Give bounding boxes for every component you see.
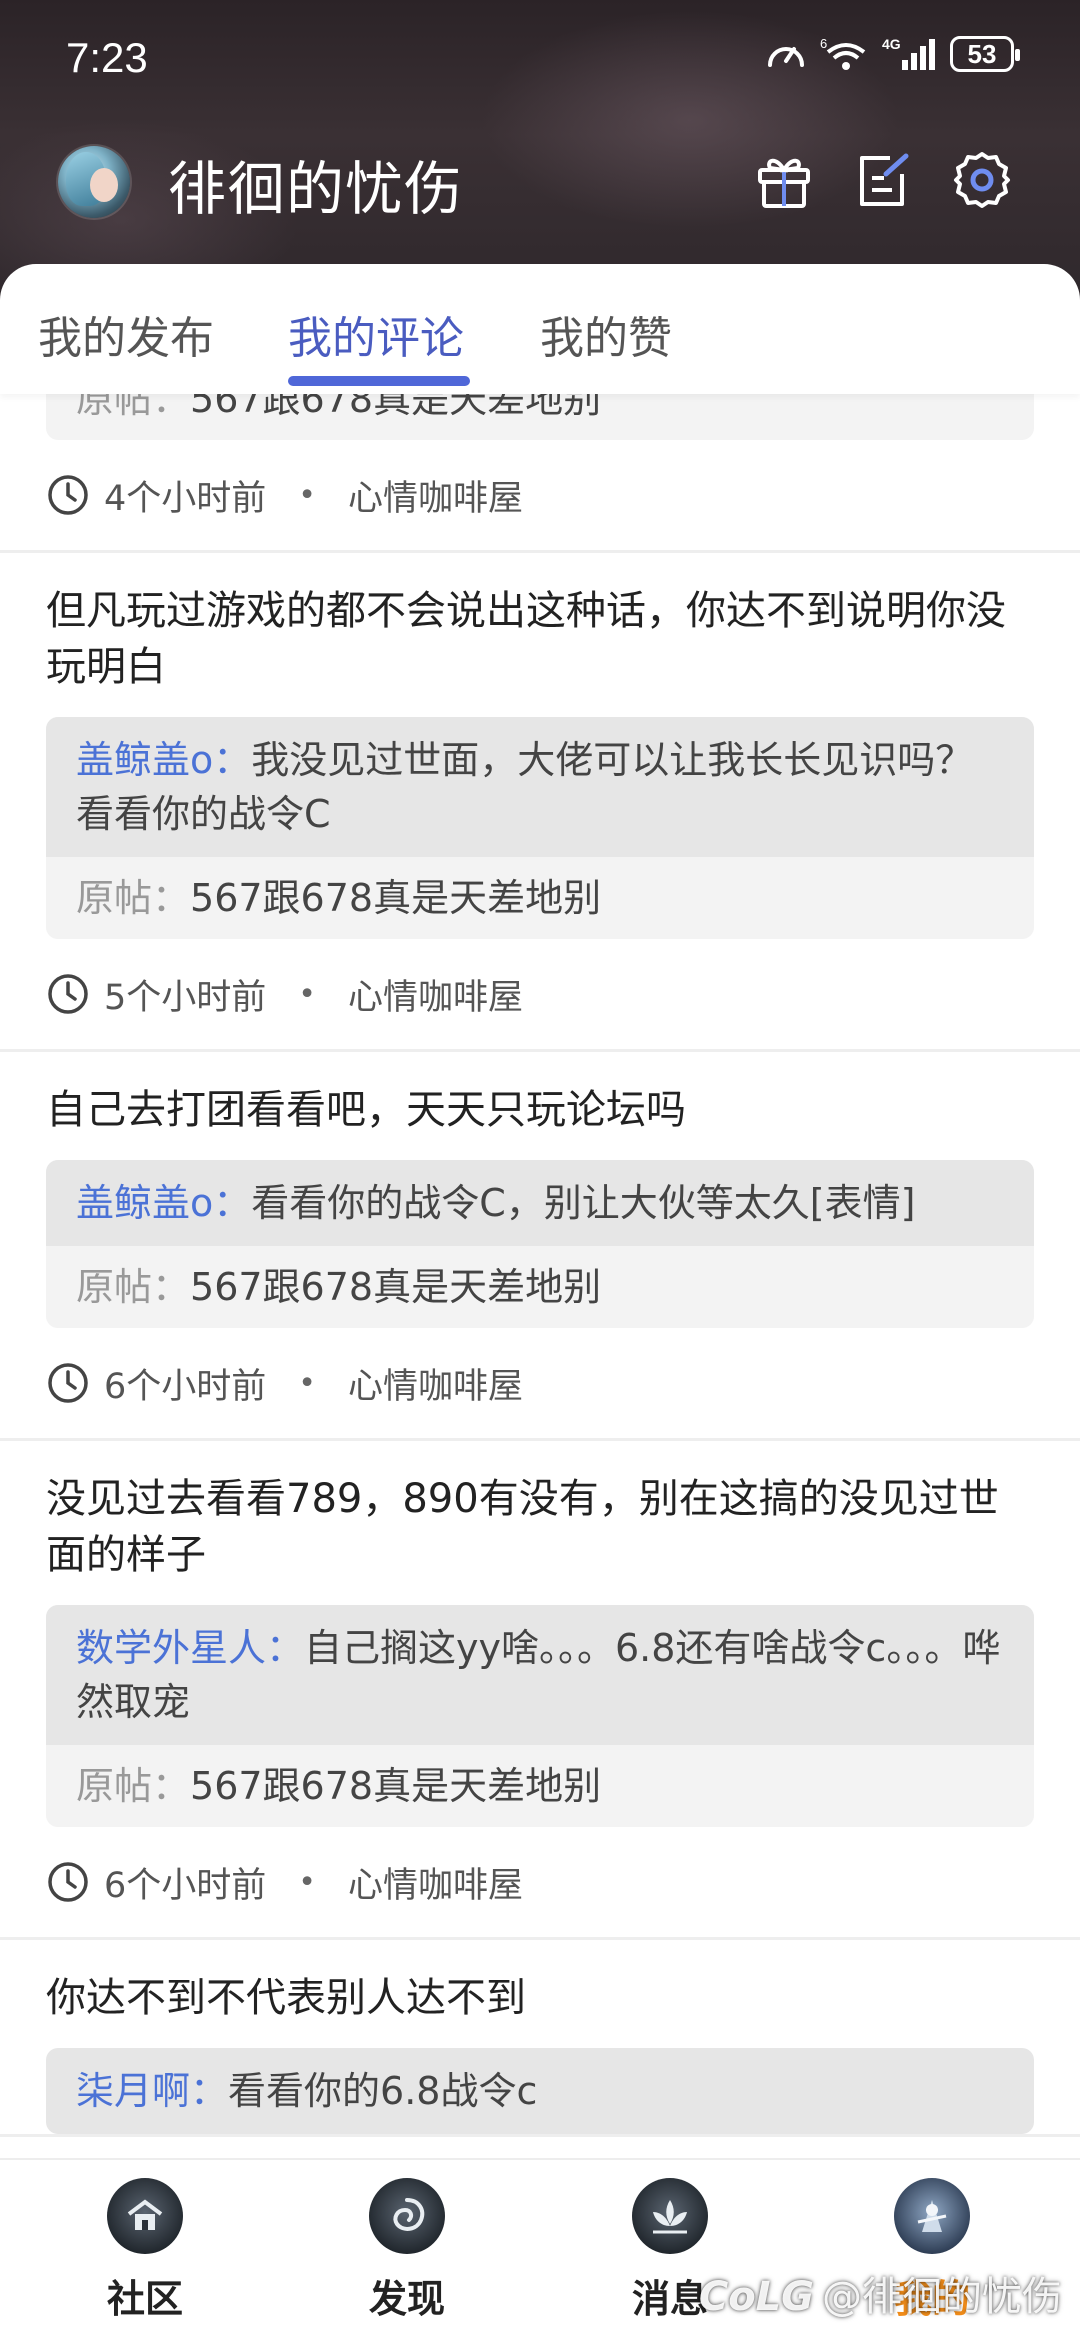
nav-community[interactable]: 社区 [45,2178,245,2323]
clock-icon [48,974,88,1014]
nav-label: 发现 [368,2277,445,2321]
tab-bar: 我的发布 我的评论 我的赞 [0,264,1080,394]
signal-icon: 4G [882,36,936,72]
replied-comment[interactable]: 数学外星人：自己搁这yy啥。。。6.8还有啥战令c。。。哗然取宠 [46,1605,1034,1745]
item-forum[interactable]: 心情咖啡屋 [348,1857,523,1908]
original-post-title: 567跟678真是天差地别 [190,876,602,920]
list-item[interactable]: 原帖：567跟678真是天差地别 4个小时前 • 心情咖啡屋 [0,394,1080,553]
active-tab-indicator [288,376,470,386]
item-time: 4个小时前 [104,478,267,519]
discover-icon [369,2178,445,2254]
original-post[interactable]: 原帖：567跟678真是天差地别 [46,1745,1034,1827]
watermark-logo: CoLG [698,2274,814,2320]
nav-discover[interactable]: 发现 [307,2178,507,2323]
list-item[interactable]: 没见过去看看789，890有没有，别在这搞的没见过世面的样子 数学外星人：自己搁… [0,1441,1080,1940]
comment-text: 但凡玩过游戏的都不会说出这种话，你达不到说明你没玩明白 [46,588,1006,690]
quote-box[interactable]: 盖鲸盖o：我没见过世面，大佬可以让我长长见识吗？看看你的战令C 原帖：567跟6… [46,717,1034,939]
item-forum[interactable]: 心情咖啡屋 [348,1358,523,1409]
quote-box[interactable]: 数学外星人：自己搁这yy啥。。。6.8还有啥战令c。。。哗然取宠 原帖：567跟… [46,1605,1034,1827]
item-time: 6个小时前 [104,1366,267,1407]
original-post[interactable]: 原帖：567跟678真是天差地别 [46,857,1034,939]
settings-icon[interactable] [946,144,1018,216]
reply-author[interactable]: 数学外星人： [76,1626,304,1670]
original-post-label: 原帖： [76,1764,191,1808]
nav-label: 社区 [106,2277,183,2321]
svg-text:6: 6 [820,36,827,51]
tab-my-comments[interactable]: 我的评论 [288,302,464,366]
meta-separator: • [298,477,316,513]
profile-icon [894,2178,970,2254]
replied-comment[interactable]: 盖鲸盖o：看看你的战令C，别让大伙等太久[表情] [46,1160,1034,1246]
original-post-label: 原帖： [76,876,191,920]
clock-icon [48,1363,88,1403]
quote-box[interactable]: 盖鲸盖o：看看你的战令C，别让大伙等太久[表情] 原帖：567跟678真是天差地… [46,1160,1034,1328]
reply-author[interactable]: 盖鲸盖o： [76,1181,251,1225]
reply-author[interactable]: 柒月啊： [76,2069,228,2113]
item-meta: 6个小时前 • 心情咖啡屋 [46,1827,1034,1937]
gift-icon[interactable] [748,144,820,216]
list-item[interactable]: 但凡玩过游戏的都不会说出这种话，你达不到说明你没玩明白 盖鲸盖o：我没见过世面，… [0,553,1080,1052]
status-bar: 7:23 6 4G 53 [0,0,1080,120]
replied-comment[interactable]: 盖鲸盖o：我没见过世面，大佬可以让我长长见识吗？看看你的战令C [46,717,1034,857]
reply-text: 看看你的战令C，别让大伙等太久[表情] [251,1181,916,1225]
messages-icon [632,2178,708,2254]
status-time: 7:23 [66,34,148,81]
tab-my-likes[interactable]: 我的赞 [540,302,672,366]
comment-text: 自己去打团看看吧，天天只玩论坛吗 [46,1087,686,1133]
original-post[interactable]: 原帖：567跟678真是天差地别 [46,394,1034,440]
watermark: CoLG @徘徊的忧伤 [699,2264,1062,2322]
item-time: 6个小时前 [104,1865,267,1906]
item-meta: 4个小时前 • 心情咖啡屋 [46,440,1034,550]
clock-icon [48,475,88,515]
speed-icon [766,37,806,71]
clock-icon [48,1862,88,1902]
original-post-box[interactable]: 原帖：567跟678真是天差地别 [46,394,1034,440]
item-forum[interactable]: 心情咖啡屋 [348,470,523,521]
list-item[interactable]: 你达不到不代表别人达不到 柒月啊：看看你的6.8战令c [0,1940,1080,2137]
profile-row: 徘徊的忧伤 [0,140,1080,223]
battery-indicator: 53 [950,36,1020,72]
profile-header: 7:23 6 4G 53 徘徊的忧伤 [0,0,1080,300]
original-post-label: 原帖： [76,1265,191,1309]
item-meta: 5个小时前 • 心情咖啡屋 [46,939,1034,1049]
reply-text: 看看你的6.8战令c [228,2069,538,2113]
edit-icon[interactable] [846,144,918,216]
community-icon [107,2178,183,2254]
status-icons: 6 4G 53 [766,36,1020,72]
original-post-label: 原帖： [76,394,191,421]
username: 徘徊的忧伤 [168,155,464,223]
item-meta: 6个小时前 • 心情咖啡屋 [46,1328,1034,1438]
avatar[interactable] [58,146,130,218]
replied-comment[interactable]: 柒月啊：看看你的6.8战令c [46,2048,1034,2134]
watermark-text: @徘徊的忧伤 [822,2274,1062,2320]
quote-box[interactable]: 柒月啊：看看你的6.8战令c [46,2048,1034,2134]
tab-my-posts[interactable]: 我的发布 [38,302,214,366]
item-time: 5个小时前 [104,977,267,1018]
wifi-icon: 6 [820,36,868,72]
reply-author[interactable]: 盖鲸盖o： [76,738,251,782]
comment-text: 你达不到不代表别人达不到 [46,1975,526,2021]
original-post-title: 567跟678真是天差地别 [190,394,602,421]
meta-separator: • [298,1365,316,1401]
comment-list[interactable]: 原帖：567跟678真是天差地别 4个小时前 • 心情咖啡屋 但凡玩过游戏的都不… [0,394,1080,2158]
meta-separator: • [298,1864,316,1900]
original-post-title: 567跟678真是天差地别 [190,1764,602,1808]
comment-text: 没见过去看看789，890有没有，别在这搞的没见过世面的样子 [46,1476,999,1578]
meta-separator: • [298,976,316,1012]
svg-text:4G: 4G [882,36,901,52]
item-forum[interactable]: 心情咖啡屋 [348,969,523,1020]
original-post-title: 567跟678真是天差地别 [190,1265,602,1309]
original-post[interactable]: 原帖：567跟678真是天差地别 [46,1246,1034,1328]
list-item[interactable]: 自己去打团看看吧，天天只玩论坛吗 盖鲸盖o：看看你的战令C，别让大伙等太久[表情… [0,1052,1080,1441]
